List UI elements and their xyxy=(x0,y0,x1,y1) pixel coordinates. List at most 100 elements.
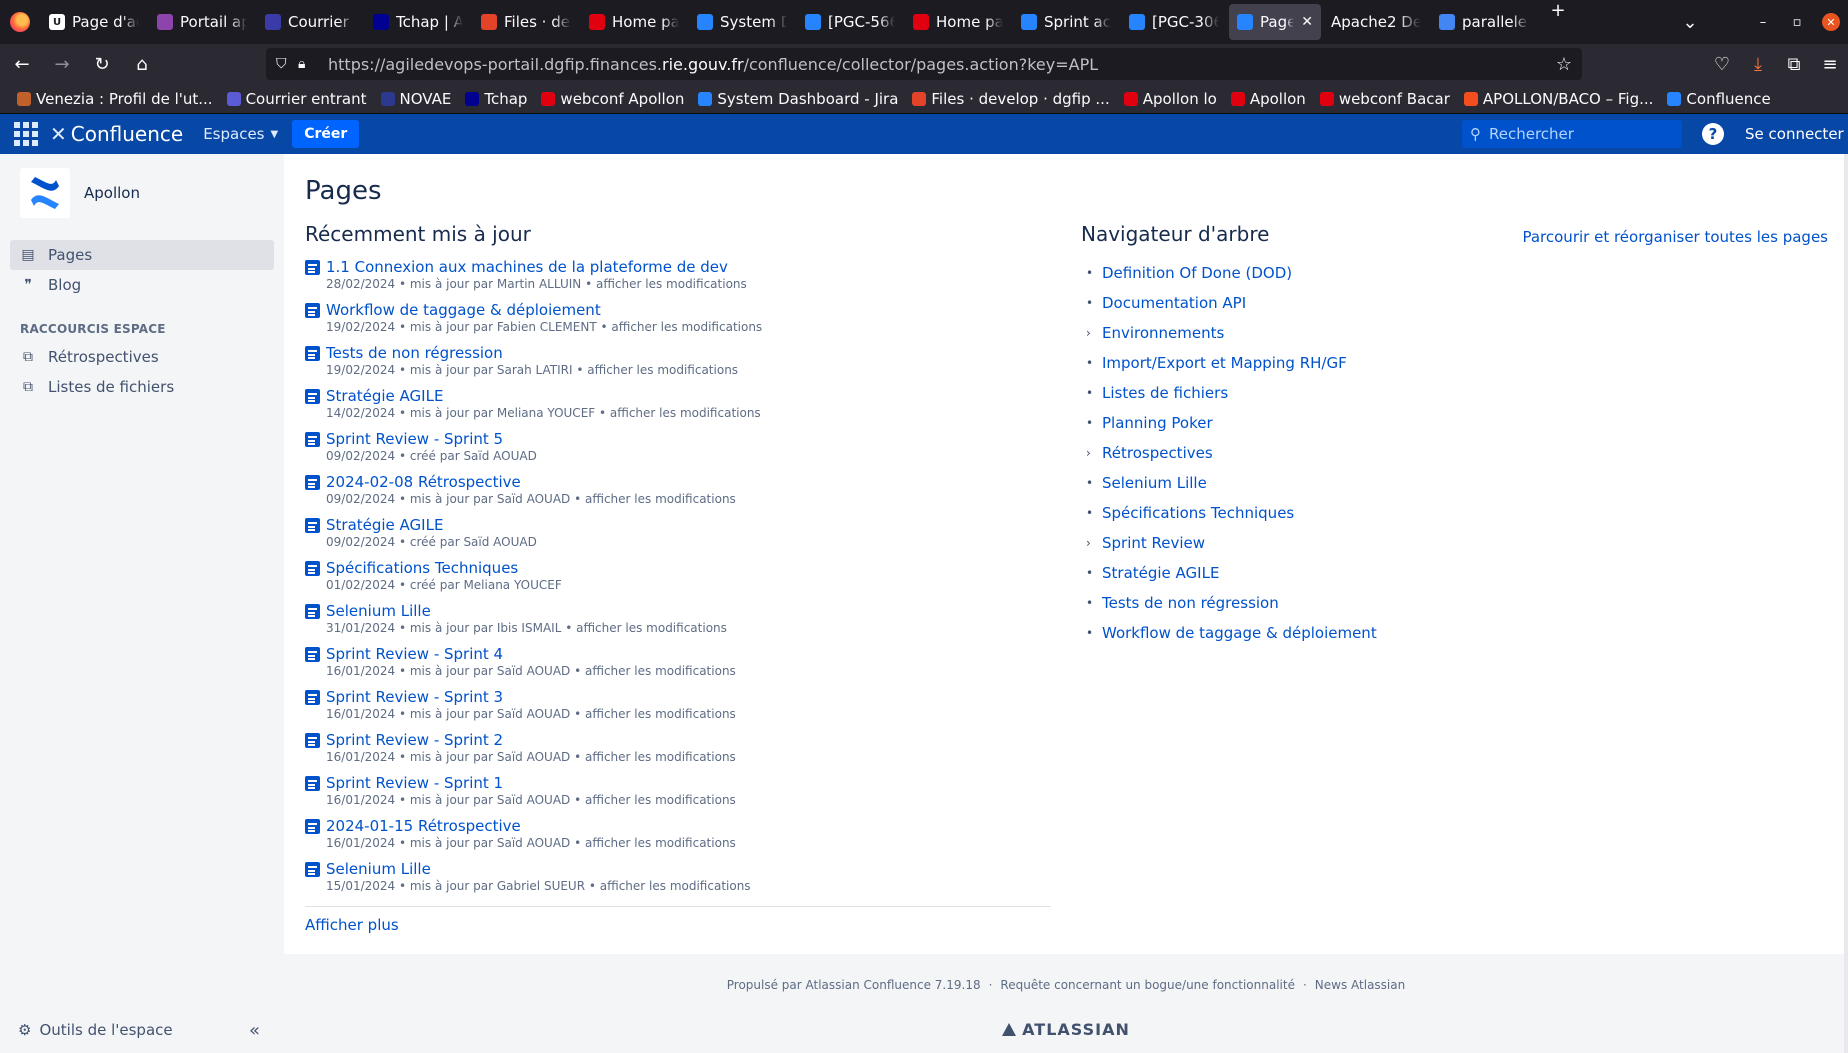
tree-item[interactable]: › Rétrospectives xyxy=(1086,438,1377,468)
tree-item-label[interactable]: Stratégie AGILE xyxy=(1102,564,1219,582)
url-bar[interactable]: ⛉ 🔒︎ https://agiledevops-portail.dgfip.f… xyxy=(266,48,1582,80)
browser-tab[interactable]: [PGC-566] xyxy=(797,4,903,40)
tree-item-label[interactable]: Import/Export et Mapping RH/GF xyxy=(1102,354,1347,372)
confluence-logo[interactable]: ✕ Confluence xyxy=(50,122,183,146)
tree-item[interactable]: › Sprint Review xyxy=(1086,528,1377,558)
page-link[interactable]: Spécifications Techniques xyxy=(326,559,562,577)
bookmark-item[interactable]: Apollon xyxy=(1224,90,1313,108)
tree-item[interactable]: › Environnements xyxy=(1086,318,1377,348)
firefox-menu[interactable] xyxy=(0,0,40,44)
tree-item-label[interactable]: Sprint Review xyxy=(1102,534,1205,552)
bookmark-item[interactable]: System Dashboard - Jira xyxy=(691,90,905,108)
space-tools[interactable]: ⚙ Outils de l'espace « xyxy=(0,1007,284,1053)
close-tab-icon[interactable]: ✕ xyxy=(1301,14,1313,30)
tree-item[interactable]: • Spécifications Techniques xyxy=(1086,498,1377,528)
tree-item[interactable]: • Documentation API xyxy=(1086,288,1377,318)
tree-item-label[interactable]: Tests de non régression xyxy=(1102,594,1279,612)
hamburger-menu-icon[interactable]: ≡ xyxy=(1812,48,1848,80)
bookmark-item[interactable]: Confluence xyxy=(1660,90,1777,108)
bug-report-link[interactable]: Requête concernant un bogue/une fonction… xyxy=(1000,978,1295,992)
reload-icon[interactable]: ↻ xyxy=(84,48,120,80)
help-icon[interactable]: ? xyxy=(1702,123,1724,145)
bookmark-item[interactable]: Venezia : Profil de l'ut... xyxy=(10,90,220,108)
pocket-icon[interactable]: ♡ xyxy=(1704,48,1740,80)
page-link[interactable]: Sprint Review - Sprint 4 xyxy=(326,645,736,663)
browser-tab[interactable]: Tchap | Ap xyxy=(365,4,471,40)
page-link[interactable]: 2024-01-15 Rétrospective xyxy=(326,817,736,835)
browser-tab[interactable]: U Page d'acc xyxy=(41,4,147,40)
bookmark-item[interactable]: Courrier entrant xyxy=(220,90,374,108)
create-button[interactable]: Créer xyxy=(292,120,360,148)
bookmark-item[interactable]: Tchap xyxy=(458,90,534,108)
spaces-menu[interactable]: Espaces ▼ xyxy=(203,125,278,143)
browser-tab[interactable]: Home pag xyxy=(581,4,687,40)
page-link[interactable]: Selenium Lille xyxy=(326,602,727,620)
page-link[interactable]: Sprint Review - Sprint 1 xyxy=(326,774,736,792)
browse-all-pages-link[interactable]: Parcourir et réorganiser toutes les page… xyxy=(1522,228,1828,246)
tree-item-label[interactable]: Planning Poker xyxy=(1102,414,1213,432)
browser-tab[interactable]: Portail app xyxy=(149,4,255,40)
search-input[interactable]: ⚲ Rechercher xyxy=(1462,120,1682,148)
space-name[interactable]: Apollon xyxy=(84,184,140,202)
sidebar-item-pages[interactable]: ▤ Pages xyxy=(10,240,274,270)
url-text[interactable]: https://agiledevops-portail.dgfip.financ… xyxy=(328,55,1098,74)
atlassian-news-link[interactable]: News Atlassian xyxy=(1315,978,1405,992)
tree-item[interactable]: • Selenium Lille xyxy=(1086,468,1377,498)
tree-item-label[interactable]: Definition Of Done (DOD) xyxy=(1102,264,1292,282)
minimize-icon[interactable]: – xyxy=(1746,0,1780,44)
page-link[interactable]: 1.1 Connexion aux machines de la platefo… xyxy=(326,258,747,276)
forward-arrow-icon[interactable]: → xyxy=(44,48,80,80)
atlassian-logo[interactable]: ATLASSIAN xyxy=(284,1020,1848,1039)
browser-tab[interactable]: Files · dev xyxy=(473,4,579,40)
list-tabs-chevron-icon[interactable]: ⌄ xyxy=(1670,12,1710,33)
collapse-sidebar-icon[interactable]: « xyxy=(249,1020,260,1041)
browser-tab[interactable]: Pages - A ✕ xyxy=(1229,4,1321,40)
page-link[interactable]: 2024-02-08 Rétrospective xyxy=(326,473,736,491)
chevron-right-icon[interactable]: › xyxy=(1086,446,1102,460)
shield-icon[interactable]: ⛉ xyxy=(276,56,298,72)
download-icon[interactable]: ⤓ xyxy=(1740,48,1776,80)
tree-item-label[interactable]: Rétrospectives xyxy=(1102,444,1213,462)
browser-tab[interactable]: Home pag xyxy=(905,4,1011,40)
space-header[interactable]: Apollon xyxy=(0,154,284,232)
tree-item[interactable]: • Workflow de taggage & déploiement xyxy=(1086,618,1377,648)
tree-item[interactable]: • Stratégie AGILE xyxy=(1086,558,1377,588)
bookmark-item[interactable]: webconf Apollon xyxy=(534,90,691,108)
page-link[interactable]: Selenium Lille xyxy=(326,860,751,878)
chevron-right-icon[interactable]: › xyxy=(1086,326,1102,340)
bookmark-item[interactable]: Files · develop · dgfip ... xyxy=(905,90,1116,108)
new-tab-plus-icon[interactable]: + xyxy=(1538,0,1578,44)
app-switcher-grid-icon[interactable] xyxy=(14,122,38,146)
bookmark-item[interactable]: webconf Bacar xyxy=(1313,90,1457,108)
powered-by-link[interactable]: Propulsé par Atlassian Confluence 7.19.1… xyxy=(727,978,981,992)
tree-item-label[interactable]: Spécifications Techniques xyxy=(1102,504,1294,522)
tree-item[interactable]: • Definition Of Done (DOD) xyxy=(1086,258,1377,288)
tree-item[interactable]: • Tests de non régression xyxy=(1086,588,1377,618)
lock-icon[interactable]: 🔒︎ xyxy=(298,56,320,72)
page-link[interactable]: Tests de non régression xyxy=(326,344,738,362)
page-link[interactable]: Sprint Review - Sprint 2 xyxy=(326,731,736,749)
page-link[interactable]: Stratégie AGILE xyxy=(326,516,537,534)
browser-tab[interactable]: Sprint acti xyxy=(1013,4,1119,40)
tree-item[interactable]: • Listes de fichiers xyxy=(1086,378,1377,408)
page-link[interactable]: Sprint Review - Sprint 5 xyxy=(326,430,537,448)
tree-item-label[interactable]: Workflow de taggage & déploiement xyxy=(1102,624,1377,642)
close-window-icon[interactable]: ✕ xyxy=(1814,0,1848,44)
sidebar-shortcut[interactable]: ⧉ Listes de fichiers xyxy=(10,372,274,402)
login-link[interactable]: Se connecter xyxy=(1745,125,1844,143)
show-more-link[interactable]: Afficher plus xyxy=(305,916,399,934)
page-link[interactable]: Stratégie AGILE xyxy=(326,387,761,405)
page-link[interactable]: Sprint Review - Sprint 3 xyxy=(326,688,736,706)
bookmark-item[interactable]: Apollon lo xyxy=(1117,90,1224,108)
bookmark-item[interactable]: NOVAE xyxy=(374,90,459,108)
bookmark-star-icon[interactable]: ☆ xyxy=(1556,54,1572,75)
tree-item[interactable]: • Planning Poker xyxy=(1086,408,1377,438)
maximize-icon[interactable]: ▫ xyxy=(1780,0,1814,44)
tree-item-label[interactable]: Environnements xyxy=(1102,324,1224,342)
browser-tab[interactable]: parallele - xyxy=(1431,4,1537,40)
home-icon[interactable]: ⌂ xyxy=(124,48,160,80)
browser-tab[interactable]: System Da xyxy=(689,4,795,40)
page-scrollbar[interactable] xyxy=(1844,154,1848,1053)
tree-item-label[interactable]: Documentation API xyxy=(1102,294,1246,312)
tree-item-label[interactable]: Selenium Lille xyxy=(1102,474,1207,492)
